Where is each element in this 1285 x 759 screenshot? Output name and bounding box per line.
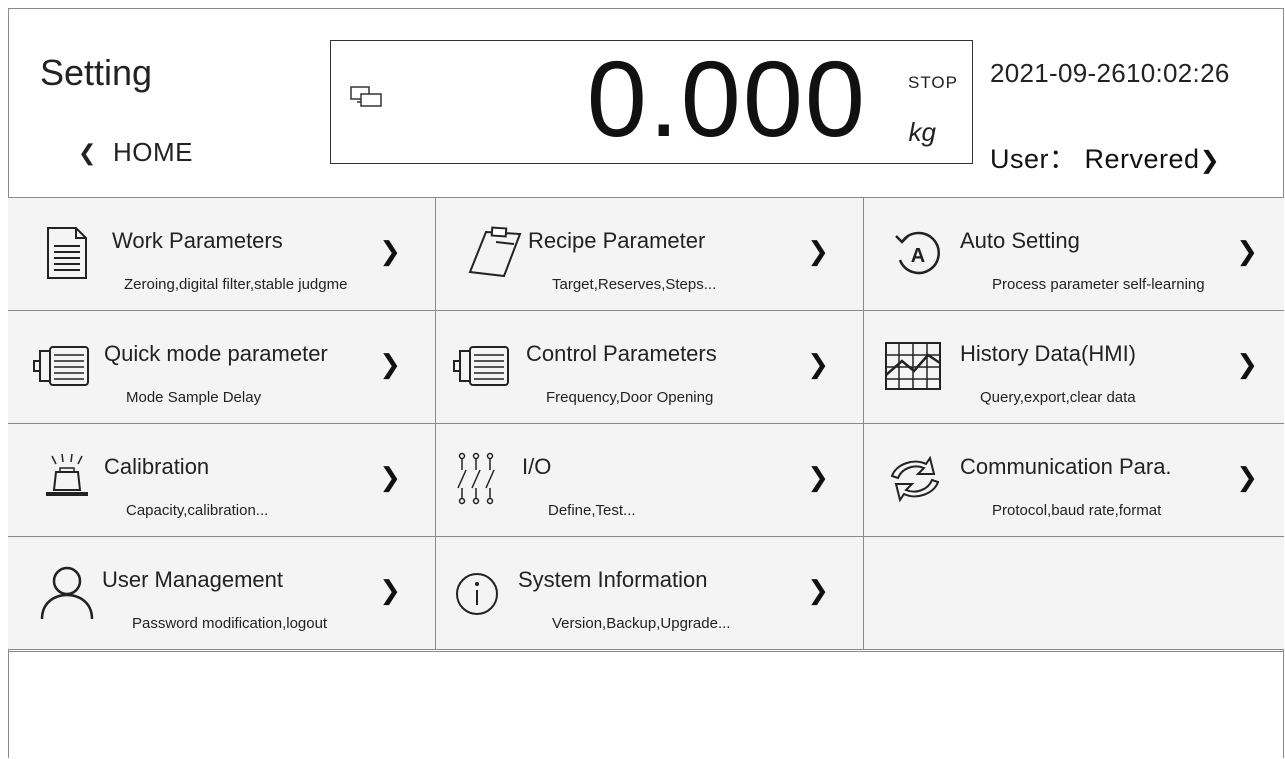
tile-title: Control Parameters (526, 341, 717, 366)
clipboard-icon (468, 226, 522, 278)
tile-work-parameters[interactable]: Work Parameters Zeroing,digital filter,s… (8, 198, 436, 311)
tile-subtitle: Frequency,Door Opening (546, 389, 714, 406)
sync-arrows-icon (890, 455, 940, 503)
tile-title: I/O (522, 454, 552, 479)
auto-a-icon: A (895, 231, 940, 275)
weight-icon (46, 453, 88, 496)
tile-history-data[interactable]: History Data(HMI) Query,export,clear dat… (864, 311, 1284, 424)
tile-subtitle: Query,export,clear data (980, 389, 1136, 406)
chevron-right-icon: ❯ (1236, 236, 1258, 266)
chevron-right-icon: ❯ (807, 349, 829, 379)
chevron-right-icon: ❯ (379, 236, 401, 266)
user-button[interactable]: User： Rervered❯ (990, 137, 1220, 176)
tile-calibration[interactable]: Calibration Capacity,calibration... ❯ (8, 424, 436, 537)
settings-grid: Work Parameters Zeroing,digital filter,s… (8, 197, 1284, 652)
chevron-right-icon: ❯ (379, 462, 401, 492)
weight-unit: kg (908, 117, 936, 147)
tile-subtitle: Password modification,logout (132, 615, 328, 632)
motor-icon (33, 346, 89, 386)
tile-title: Quick mode parameter (104, 341, 328, 366)
tile-subtitle: Target,Reserves,Steps... (552, 276, 717, 293)
tile-auto-setting[interactable]: A Auto Setting Process parameter self-le… (864, 198, 1284, 311)
tile-subtitle: Version,Backup,Upgrade... (552, 615, 731, 632)
tile-title: Auto Setting (960, 228, 1080, 253)
chevron-right-icon: ❯ (807, 575, 829, 605)
home-button[interactable]: ❮ HOME (78, 137, 193, 168)
home-label: HOME (112, 137, 193, 167)
tile-user-management[interactable]: User Management Password modification,lo… (8, 537, 436, 650)
chevron-right-icon: ❯ (379, 575, 401, 605)
chevron-left-icon: ❮ (78, 139, 97, 165)
tile-control-parameters[interactable]: Control Parameters Frequency,Door Openin… (436, 311, 864, 424)
user-label: User： Rervered (990, 144, 1200, 174)
tile-title: Calibration (104, 454, 210, 479)
tile-system-information[interactable]: System Information Version,Backup,Upgrad… (436, 537, 864, 650)
switch-icon (457, 452, 495, 505)
tile-recipe-parameter[interactable]: Recipe Parameter Target,Reserves,Steps..… (436, 198, 864, 311)
chevron-right-icon: ❯ (1236, 349, 1258, 379)
weight-display: 0.000 STOP kg (330, 38, 973, 164)
svg-text:A: A (911, 245, 925, 267)
tile-title: Recipe Parameter (528, 228, 706, 253)
motor-icon (453, 346, 509, 386)
datetime: 2021-09-2610:02:26 (990, 58, 1230, 88)
chevron-right-icon: ❯ (807, 462, 829, 492)
tile-title: User Management (102, 567, 283, 592)
tile-quick-mode-parameter[interactable]: Quick mode parameter Mode Sample Delay ❯ (8, 311, 436, 424)
tile-empty (864, 537, 1284, 650)
chevron-right-icon: ❯ (807, 236, 829, 266)
display-icon (350, 86, 382, 107)
chevron-right-icon: ❯ (1236, 462, 1258, 492)
tile-subtitle: Process parameter self-learning (992, 276, 1205, 293)
tile-subtitle: Mode Sample Delay (126, 389, 262, 406)
document-icon (47, 227, 87, 279)
tile-title: Communication Para. (960, 454, 1172, 479)
info-icon (456, 573, 498, 615)
page-title: Setting (40, 52, 153, 93)
tile-subtitle: Define,Test... (548, 502, 636, 519)
tile-communication-para[interactable]: Communication Para. Protocol,baud rate,f… (864, 424, 1284, 537)
user-icon (40, 566, 94, 620)
chevron-right-icon: ❯ (1199, 147, 1221, 174)
chart-grid-icon (885, 342, 941, 390)
bottom-empty-area (8, 651, 1284, 759)
tile-title: Work Parameters (112, 228, 283, 253)
tile-title: System Information (518, 567, 708, 592)
tile-title: History Data(HMI) (960, 341, 1137, 366)
tile-io[interactable]: I/O Define,Test... ❯ (436, 424, 864, 537)
tile-subtitle: Zeroing,digital filter,stable judgme (124, 276, 348, 293)
weight-value: 0.000 (586, 38, 867, 159)
chevron-right-icon: ❯ (379, 349, 401, 379)
tile-subtitle: Capacity,calibration... (126, 502, 269, 519)
weight-status: STOP (908, 73, 958, 92)
tile-subtitle: Protocol,baud rate,format (992, 502, 1162, 519)
